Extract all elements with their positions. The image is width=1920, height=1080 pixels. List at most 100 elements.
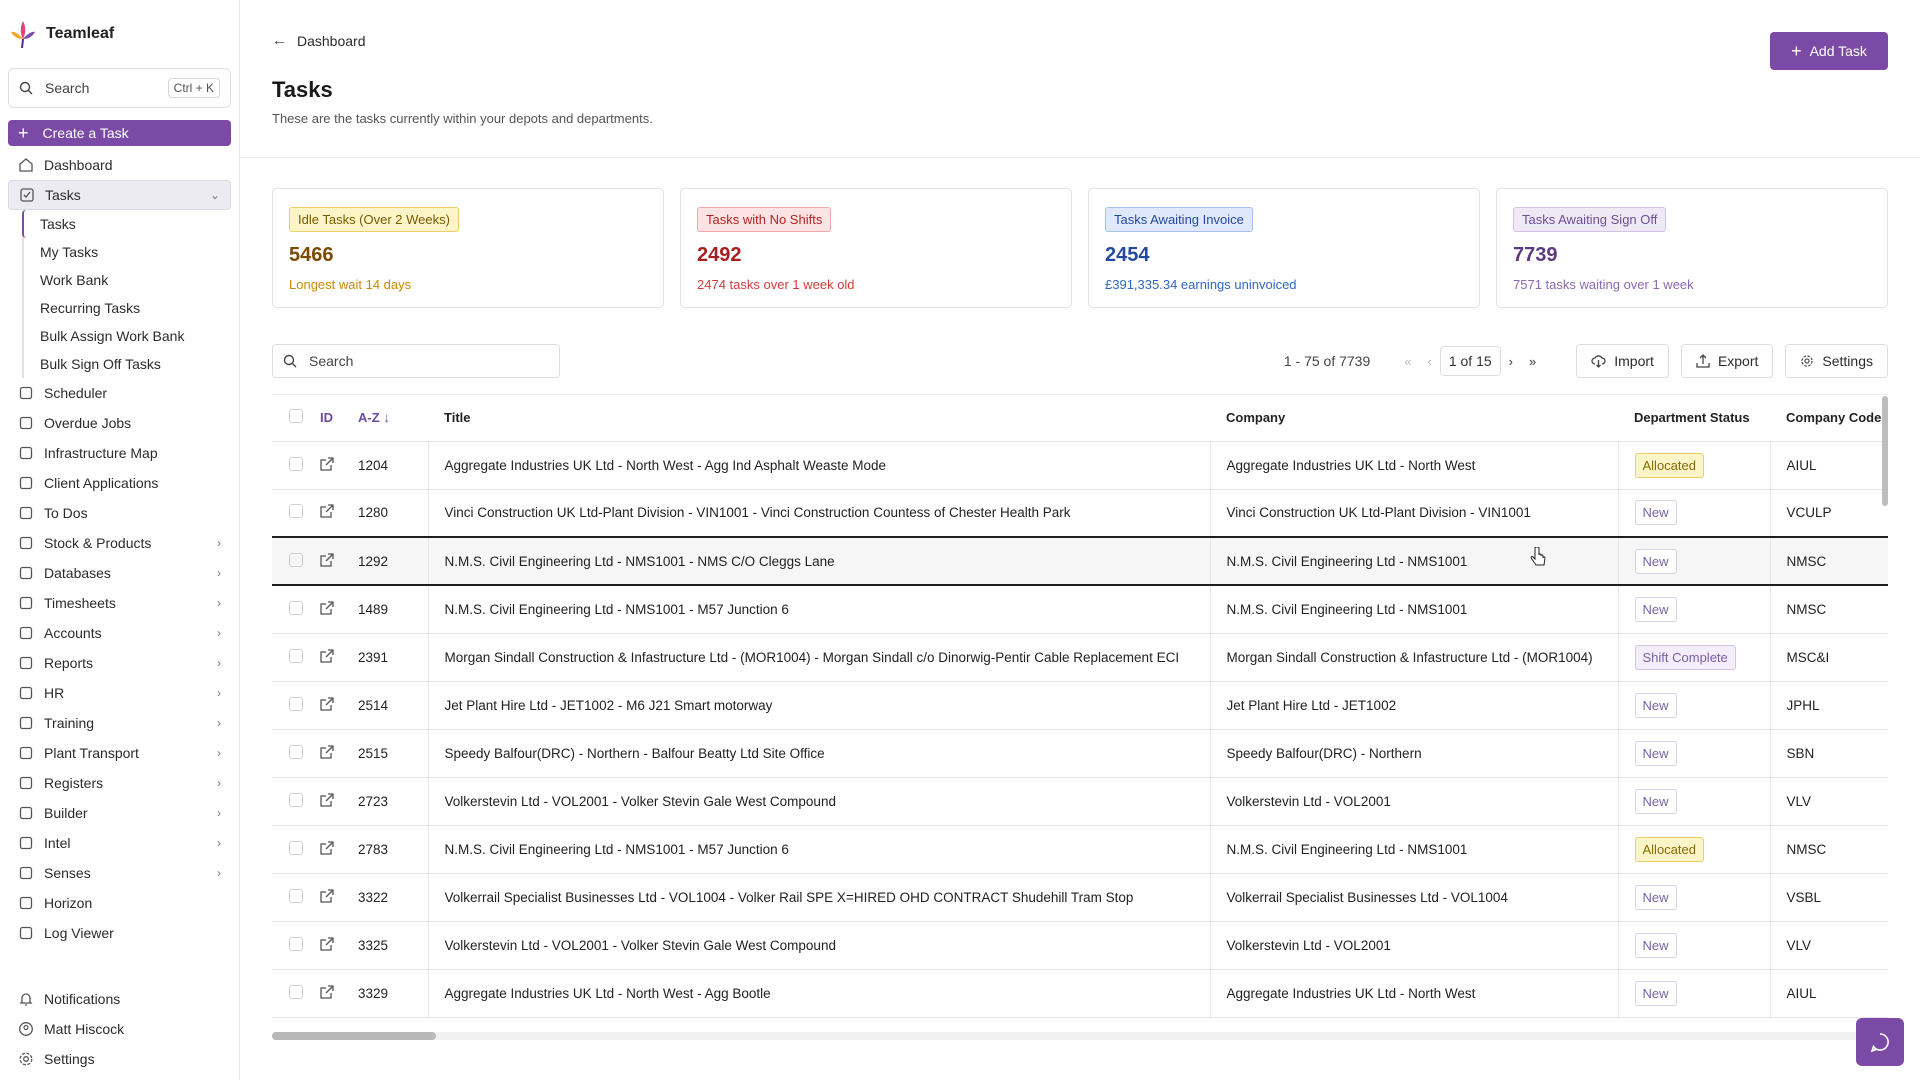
external-link-icon[interactable] xyxy=(320,888,334,903)
table-search-input[interactable]: Search xyxy=(272,344,560,378)
row-checkbox[interactable] xyxy=(272,633,320,682)
external-link-icon[interactable] xyxy=(320,648,334,663)
id-column-header[interactable]: ID xyxy=(320,395,358,442)
card-awaiting-invoice[interactable]: Tasks Awaiting Invoice 2454 £391,335.34 … xyxy=(1088,188,1480,308)
user-profile-link[interactable]: Matt Hiscock xyxy=(8,1014,231,1044)
card-idle-tasks[interactable]: Idle Tasks (Over 2 Weeks) 5466 Longest w… xyxy=(272,188,664,308)
sidebar-item-hr[interactable]: HR › xyxy=(8,678,231,708)
sidebar-item-reports[interactable]: Reports › xyxy=(8,648,231,678)
row-checkbox[interactable] xyxy=(272,777,320,826)
row-checkbox[interactable] xyxy=(272,873,320,922)
sidebar-search[interactable]: Search Ctrl + K xyxy=(8,68,231,108)
sidebar-item-stock-products[interactable]: Stock & Products › xyxy=(8,528,231,558)
external-link-icon[interactable] xyxy=(320,504,334,518)
external-link-icon[interactable] xyxy=(320,552,334,567)
row-checkbox[interactable] xyxy=(272,825,320,874)
submenu-item-bulk-sign-off[interactable]: Bulk Sign Off Tasks xyxy=(24,350,231,378)
sidebar-item-databases[interactable]: Databases › xyxy=(8,558,231,588)
brand[interactable]: Teamleaf xyxy=(8,0,231,68)
external-link-icon[interactable] xyxy=(320,744,334,759)
table-row[interactable]: 3325 Volkerstevin Ltd - VOL2001 - Volker … xyxy=(272,921,1888,970)
open-cell[interactable] xyxy=(320,777,358,826)
card-awaiting-sign-off[interactable]: Tasks Awaiting Sign Off 7739 7571 tasks … xyxy=(1496,188,1888,308)
open-cell[interactable] xyxy=(320,489,358,538)
submenu-item-my-tasks[interactable]: My Tasks xyxy=(24,238,231,266)
select-all-checkbox[interactable] xyxy=(272,395,320,442)
first-page-icon[interactable]: « xyxy=(1404,354,1411,369)
status-column-header[interactable]: Department Status xyxy=(1618,395,1770,442)
submenu-item-bulk-assign[interactable]: Bulk Assign Work Bank xyxy=(24,322,231,350)
sidebar-item-registers[interactable]: Registers › xyxy=(8,768,231,798)
sidebar-item-horizon[interactable]: Horizon xyxy=(8,888,231,918)
horizontal-scrollbar[interactable] xyxy=(272,1032,1868,1040)
external-link-icon[interactable] xyxy=(320,936,334,951)
last-page-icon[interactable]: » xyxy=(1529,354,1536,369)
table-row[interactable]: 2783 N.M.S. Civil Engineering Ltd - NMS10… xyxy=(272,825,1888,874)
sidebar-item-overdue-jobs[interactable]: Overdue Jobs xyxy=(8,408,231,438)
sidebar-item-infrastructure-map[interactable]: Infrastructure Map xyxy=(8,438,231,468)
submenu-item-tasks[interactable]: Tasks xyxy=(22,210,231,238)
sidebar-item-client-applications[interactable]: Client Applications xyxy=(8,468,231,498)
external-link-icon[interactable] xyxy=(320,792,334,807)
sidebar-item-senses[interactable]: Senses › xyxy=(8,858,231,888)
chat-button[interactable] xyxy=(1856,1018,1904,1066)
add-task-button[interactable]: + Add Task xyxy=(1770,32,1888,70)
vertical-scrollbar[interactable] xyxy=(1882,396,1888,506)
sidebar-item-accounts[interactable]: Accounts › xyxy=(8,618,231,648)
scrollbar-thumb[interactable] xyxy=(272,1032,436,1040)
row-checkbox[interactable] xyxy=(272,585,320,634)
sidebar-item-builder[interactable]: Builder › xyxy=(8,798,231,828)
code-column-header[interactable]: Company Code xyxy=(1770,395,1888,442)
open-cell[interactable] xyxy=(320,729,358,778)
external-link-icon[interactable] xyxy=(320,696,334,711)
row-checkbox[interactable] xyxy=(272,489,320,538)
sidebar-item-intel[interactable]: Intel › xyxy=(8,828,231,858)
sidebar-item-training[interactable]: Training › xyxy=(8,708,231,738)
external-link-icon[interactable] xyxy=(320,984,334,999)
open-cell[interactable] xyxy=(320,873,358,922)
external-link-icon[interactable] xyxy=(320,840,334,855)
sort-column-header[interactable]: A-Z ↓ xyxy=(358,395,428,442)
page-indicator[interactable]: 1 of 15 xyxy=(1439,346,1501,376)
external-link-icon[interactable] xyxy=(320,601,334,615)
sidebar-item-timesheets[interactable]: Timesheets › xyxy=(8,588,231,618)
row-checkbox[interactable] xyxy=(272,729,320,778)
open-cell[interactable] xyxy=(320,536,358,586)
row-checkbox[interactable] xyxy=(272,536,320,586)
table-row[interactable]: 1204 Aggregate Industries UK Ltd - North … xyxy=(272,441,1888,490)
create-task-button[interactable]: + Create a Task xyxy=(8,120,231,146)
import-button[interactable]: Import xyxy=(1576,344,1669,378)
table-row[interactable]: 2391 Morgan Sindall Construction & Infast… xyxy=(272,633,1888,682)
sidebar-item-dashboard[interactable]: Dashboard xyxy=(8,150,231,180)
submenu-item-recurring-tasks[interactable]: Recurring Tasks xyxy=(24,294,231,322)
sidebar-item-tasks[interactable]: Tasks ⌄ xyxy=(8,180,231,210)
breadcrumb[interactable]: ← Dashboard xyxy=(272,32,1888,49)
row-checkbox[interactable] xyxy=(272,441,320,490)
next-page-icon[interactable]: › xyxy=(1509,354,1513,369)
open-cell[interactable] xyxy=(320,585,358,634)
row-checkbox[interactable] xyxy=(272,969,320,1018)
row-checkbox[interactable] xyxy=(272,921,320,970)
table-row[interactable]: 1292 N.M.S. Civil Engineering Ltd - NMS10… xyxy=(272,536,1888,586)
open-cell[interactable] xyxy=(320,969,358,1018)
table-row[interactable]: 1489 N.M.S. Civil Engineering Ltd - NMS10… xyxy=(272,585,1888,634)
settings-link[interactable]: Settings xyxy=(8,1044,231,1074)
title-column-header[interactable]: Title xyxy=(428,395,1210,442)
open-cell[interactable] xyxy=(320,825,358,874)
table-row[interactable]: 2515 Speedy Balfour(DRC) - Northern - Bal… xyxy=(272,729,1888,778)
external-link-icon[interactable] xyxy=(320,456,334,471)
submenu-item-work-bank[interactable]: Work Bank xyxy=(24,266,231,294)
open-cell[interactable] xyxy=(320,681,358,730)
table-row[interactable]: 2514 Jet Plant Hire Ltd - JET1002 - M6 J2… xyxy=(272,681,1888,730)
table-row[interactable]: 3322 Volkerrail Specialist Businesses Ltd… xyxy=(272,873,1888,922)
table-row[interactable]: 1280 Vinci Construction UK Ltd-Plant Divi… xyxy=(272,489,1888,538)
notifications-link[interactable]: Notifications xyxy=(8,984,231,1014)
open-cell[interactable] xyxy=(320,633,358,682)
prev-page-icon[interactable]: ‹ xyxy=(1428,354,1432,369)
sidebar-item-to-dos[interactable]: To Dos xyxy=(8,498,231,528)
table-row[interactable]: 2723 Volkerstevin Ltd - VOL2001 - Volker … xyxy=(272,777,1888,826)
settings-button[interactable]: Settings xyxy=(1785,344,1888,378)
sidebar-item-log-viewer[interactable]: Log Viewer xyxy=(8,918,231,948)
table-row[interactable]: 3329 Aggregate Industries UK Ltd - North … xyxy=(272,969,1888,1018)
row-checkbox[interactable] xyxy=(272,681,320,730)
